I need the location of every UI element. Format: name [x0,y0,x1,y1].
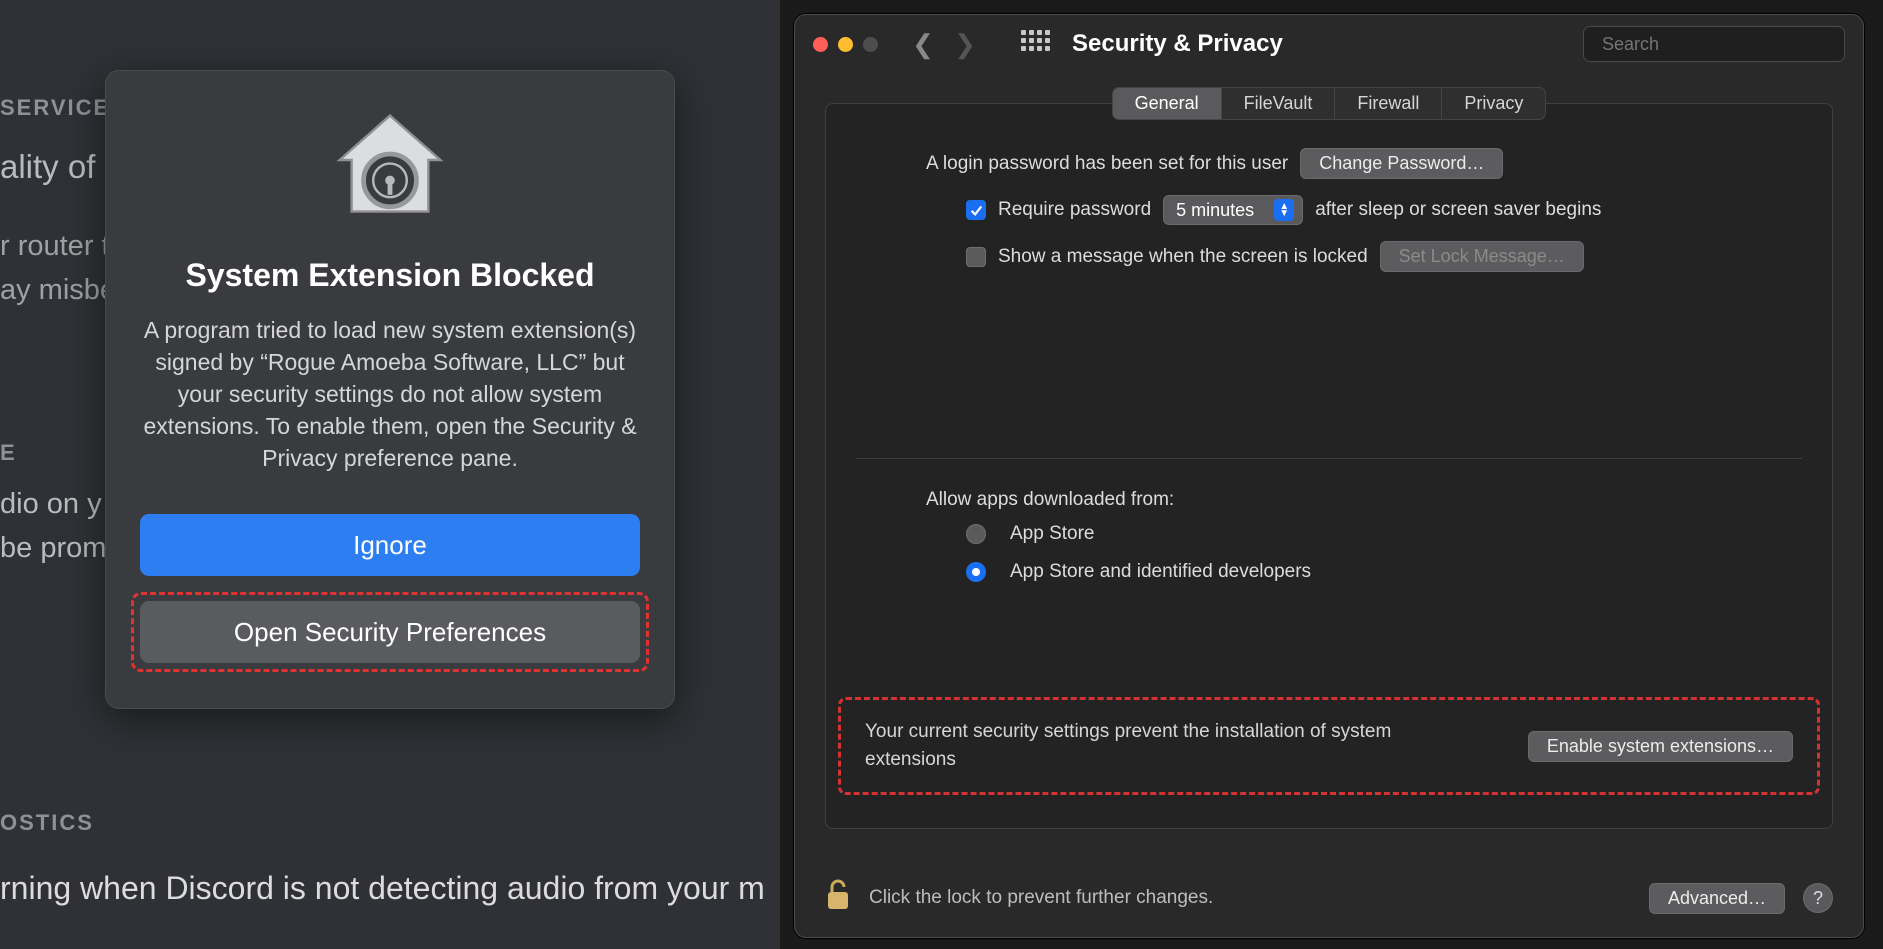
set-lock-message-button[interactable]: Set Lock Message… [1380,241,1584,272]
dialog-title: System Extension Blocked [185,257,594,294]
bg-text: be prom [0,532,106,565]
traffic-lights [813,37,878,52]
require-password-label: Require password [998,199,1151,221]
show-all-button[interactable] [1020,29,1050,59]
search-input[interactable] [1602,34,1834,55]
allow-apps-label: Allow apps downloaded from: [926,489,1772,511]
advanced-button[interactable]: Advanced… [1649,883,1785,914]
radio-app-store-label: App Store [1010,523,1095,545]
divider [856,458,1802,459]
search-field[interactable] [1583,26,1845,62]
zoom-window-button[interactable] [863,37,878,52]
back-button[interactable]: ❮ [906,27,940,61]
ignore-button[interactable]: Ignore [140,514,640,576]
highlighted-action: Open Security Preferences [131,592,649,672]
change-password-button[interactable]: Change Password… [1300,148,1503,179]
after-sleep-label: after sleep or screen saver begins [1315,199,1601,221]
dialog-body: A program tried to load new system exten… [142,314,638,474]
content: General FileVault Firewall Privacy A log… [795,73,1863,859]
titlebar: ❮ ❯ Security & Privacy [795,15,1863,73]
forward-button[interactable]: ❯ [948,27,982,61]
discord-background: SERVICE ality of S r router t ay misbe g… [0,0,780,949]
enable-system-extensions-button[interactable]: Enable system extensions… [1528,731,1793,762]
login-password-label: A login password has been set for this u… [926,153,1288,175]
system-preferences-window: ❮ ❯ Security & Privacy General FileVa [794,14,1864,938]
footer: Click the lock to prevent further change… [795,859,1863,937]
bg-text: rning when Discord is not detecting audi… [0,870,765,907]
radio-app-store[interactable] [966,524,986,544]
require-password-checkbox[interactable] [966,200,986,220]
minimize-window-button[interactable] [838,37,853,52]
allow-apps-section: Allow apps downloaded from: App Store Ap… [826,489,1832,629]
open-security-preferences-button[interactable]: Open Security Preferences [140,601,640,663]
extensions-warning-text: Your current security settings prevent t… [865,718,1425,774]
bg-heading-service: SERVICE [0,95,110,121]
tab-firewall[interactable]: Firewall [1335,88,1442,119]
close-window-button[interactable] [813,37,828,52]
lock-message: Click the lock to prevent further change… [869,887,1213,909]
bg-text: dio on y [0,488,102,521]
show-message-label: Show a message when the screen is locked [998,246,1368,268]
bg-text: r router t [0,230,110,263]
panel-body: A login password has been set for this u… [826,148,1832,318]
tab-privacy[interactable]: Privacy [1442,88,1545,119]
right-half: ❮ ❯ Security & Privacy General FileVa [780,0,1883,949]
extensions-warning-box: Your current security settings prevent t… [838,697,1820,795]
system-extension-blocked-dialog: System Extension Blocked A program tried… [105,70,675,709]
show-message-checkbox[interactable] [966,247,986,267]
bg-text: ay misbe [0,274,116,307]
tab-filevault[interactable]: FileVault [1222,88,1336,119]
security-house-icon [325,101,455,231]
tab-general[interactable]: General [1113,88,1222,119]
updown-icon: ▲▼ [1274,199,1294,221]
delay-select[interactable]: 5 minutes ▲▼ [1163,195,1303,225]
lock-icon[interactable] [825,878,851,918]
bg-heading: E [0,440,17,466]
bg-heading-diagnostics: OSTICS [0,810,94,836]
help-button[interactable]: ? [1803,883,1833,913]
security-general-panel: General FileVault Firewall Privacy A log… [825,103,1833,829]
radio-identified-developers[interactable] [966,562,986,582]
radio-identified-developers-label: App Store and identified developers [1010,561,1311,583]
tabs: General FileVault Firewall Privacy [1112,87,1547,120]
window-title: Security & Privacy [1072,30,1575,58]
delay-value: 5 minutes [1176,200,1254,221]
